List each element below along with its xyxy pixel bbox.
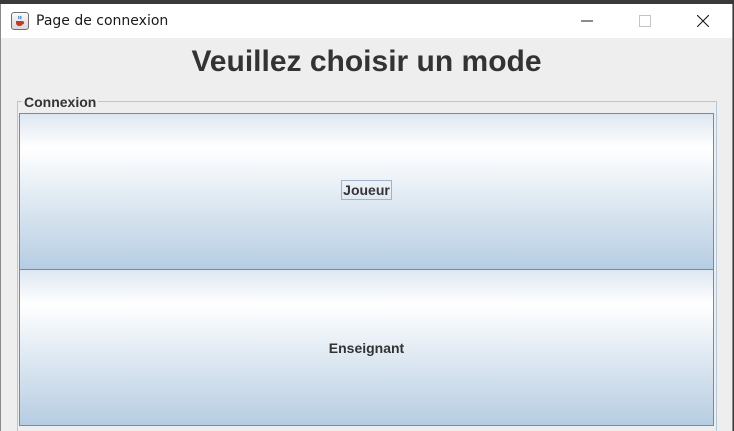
window-title: Page de connexion [36, 13, 169, 29]
enseignant-button-label: Enseignant [328, 340, 405, 356]
maximize-icon [639, 15, 651, 27]
java-cup-icon[interactable] [11, 12, 29, 30]
joueur-button[interactable]: Joueur [19, 113, 714, 270]
page-heading: Veuillez choisir un mode [191, 45, 542, 78]
minimize-icon [581, 20, 593, 22]
close-icon [697, 15, 709, 27]
minimize-button[interactable] [564, 4, 610, 38]
close-button[interactable] [680, 4, 726, 38]
joueur-button-label: Joueur [341, 180, 392, 200]
connexion-group-title: Connexion [22, 94, 99, 110]
maximize-button[interactable] [622, 4, 668, 38]
title-bar[interactable]: Page de connexion [1, 4, 732, 38]
enseignant-button[interactable]: Enseignant [19, 269, 714, 426]
